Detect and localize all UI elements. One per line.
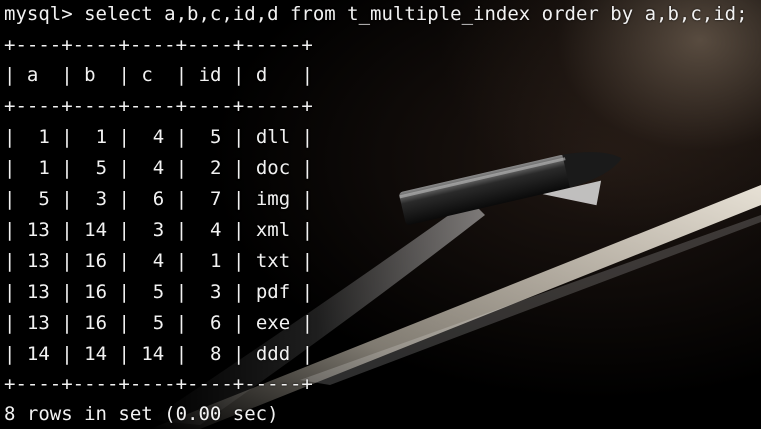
table-cell-c: 4 [141, 126, 165, 148]
table-row: | 14 | 14 | 14 | 8 | ddd | [4, 343, 314, 365]
table-row: | 13 | 16 | 5 | 6 | exe | [4, 312, 314, 334]
table-cell-a: 13 [26, 281, 50, 303]
table-cell-c: 4 [141, 157, 165, 179]
table-cell-d: img [255, 188, 291, 210]
table-cell-id: 4 [198, 219, 222, 241]
table-header-row: | a | b | c | id | d | [4, 64, 314, 86]
table-cell-a: 13 [26, 250, 50, 272]
table-cell-id: 7 [198, 188, 222, 210]
table-row: | 13 | 16 | 4 | 1 | txt | [4, 250, 314, 272]
table-cell-id: 8 [198, 343, 222, 365]
table-cell-d: ddd [255, 343, 291, 365]
table-row: | 1 | 1 | 4 | 5 | dll | [4, 126, 314, 148]
mysql-prompt: mysql> [4, 3, 85, 25]
table-cell-d: exe [255, 312, 291, 334]
column-header-a: a [26, 64, 50, 86]
table-cell-id: 2 [198, 157, 222, 179]
table-cell-b: 16 [84, 250, 108, 272]
table-row: | 1 | 5 | 4 | 2 | doc | [4, 157, 314, 179]
table-cell-b: 5 [84, 157, 108, 179]
table-cell-d: pdf [255, 281, 291, 303]
column-header-id: id [198, 64, 222, 86]
table-cell-b: 14 [84, 219, 108, 241]
table-cell-id: 5 [198, 126, 222, 148]
table-border-bottom: +----+----+----+----+-----+ [4, 373, 313, 395]
table-cell-d: xml [255, 219, 291, 241]
table-cell-c: 4 [141, 250, 165, 272]
table-border-top: +----+----+----+----+-----+ [4, 34, 313, 56]
table-cell-d: doc [255, 157, 291, 179]
table-cell-c: 14 [141, 343, 165, 365]
result-status: 8 rows in set (0.00 sec) [4, 403, 279, 425]
table-cell-a: 13 [26, 312, 50, 334]
column-header-c: c [141, 64, 165, 86]
table-cell-b: 16 [84, 312, 108, 334]
table-cell-b: 3 [84, 188, 108, 210]
table-row: | 13 | 16 | 5 | 3 | pdf | [4, 281, 314, 303]
table-cell-c: 3 [141, 219, 165, 241]
table-border-header: +----+----+----+----+-----+ [4, 95, 313, 117]
table-cell-id: 3 [198, 281, 222, 303]
table-cell-id: 6 [198, 312, 222, 334]
table-cell-c: 6 [141, 188, 165, 210]
table-cell-a: 5 [26, 188, 50, 210]
terminal-window[interactable]: mysql> select a,b,c,id,d from t_multiple… [0, 0, 761, 429]
table-cell-b: 14 [84, 343, 108, 365]
table-row: | 5 | 3 | 6 | 7 | img | [4, 188, 314, 210]
table-cell-a: 13 [26, 219, 50, 241]
command-line[interactable]: mysql> select a,b,c,id,d from t_multiple… [4, 0, 748, 30]
table-cell-d: dll [255, 126, 291, 148]
table-cell-a: 14 [26, 343, 50, 365]
table-cell-a: 1 [26, 126, 50, 148]
table-cell-d: txt [255, 250, 291, 272]
column-header-d: d [255, 64, 291, 86]
table-cell-b: 1 [84, 126, 108, 148]
column-header-b: b [84, 64, 108, 86]
sql-command: select a,b,c,id,d from t_multiple_index … [84, 3, 748, 25]
table-cell-a: 1 [26, 157, 50, 179]
table-row: | 13 | 14 | 3 | 4 | xml | [4, 219, 314, 241]
table-cell-b: 16 [84, 281, 108, 303]
table-cell-id: 1 [198, 250, 222, 272]
table-cell-c: 5 [141, 312, 165, 334]
table-cell-c: 5 [141, 281, 165, 303]
